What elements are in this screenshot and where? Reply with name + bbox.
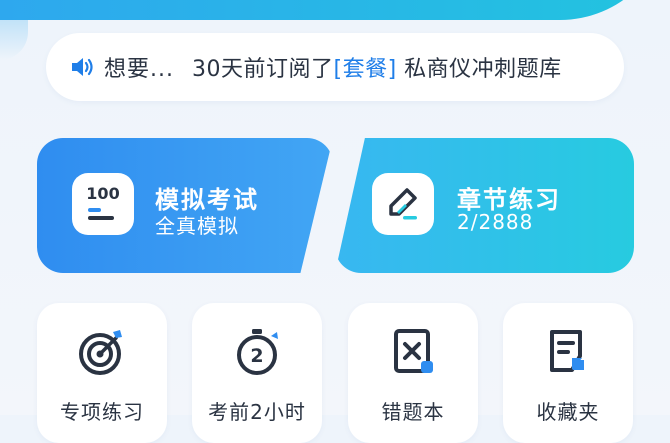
favorites-icon [541, 325, 595, 379]
notice-user: 想要... [104, 57, 174, 82]
subscription-notice-bar[interactable]: 想要... 30天前订阅了[套餐] 私商仪冲刺题库 [46, 33, 624, 101]
tile-favorites[interactable]: 收藏夹 [503, 303, 633, 443]
pencil-icon [372, 173, 434, 235]
mock-exam-icon-text: 100 [86, 184, 119, 203]
header-decoration [0, 0, 28, 60]
notice-package-tag: [套餐] [333, 57, 397, 82]
tile-final-two-hours-label: 考前2小时 [208, 400, 306, 424]
tile-special-practice[interactable]: 专项练习 [37, 303, 167, 443]
chapter-practice-progress: 2/2888 [457, 210, 534, 234]
notice-message: 30天前订阅了[套餐] 私商仪冲刺题库 [191, 57, 562, 82]
wrong-questions-icon [386, 325, 440, 379]
target-icon [75, 325, 129, 379]
tile-favorites-label: 收藏夹 [536, 400, 600, 424]
header-background [0, 0, 670, 20]
tile-wrong-questions-label: 错题本 [381, 400, 445, 424]
tile-final-two-hours[interactable]: 2 考前2小时 [192, 303, 322, 443]
speaker-icon [68, 53, 96, 81]
tile-special-practice-label: 专项练习 [60, 400, 144, 424]
stopwatch-icon-text: 2 [250, 345, 263, 367]
mock-exam-subtitle: 全真模拟 [155, 214, 239, 238]
stopwatch-icon: 2 [230, 325, 284, 379]
mock-exam-icon: 100 [72, 173, 134, 235]
tile-wrong-questions[interactable]: 错题本 [348, 303, 478, 443]
